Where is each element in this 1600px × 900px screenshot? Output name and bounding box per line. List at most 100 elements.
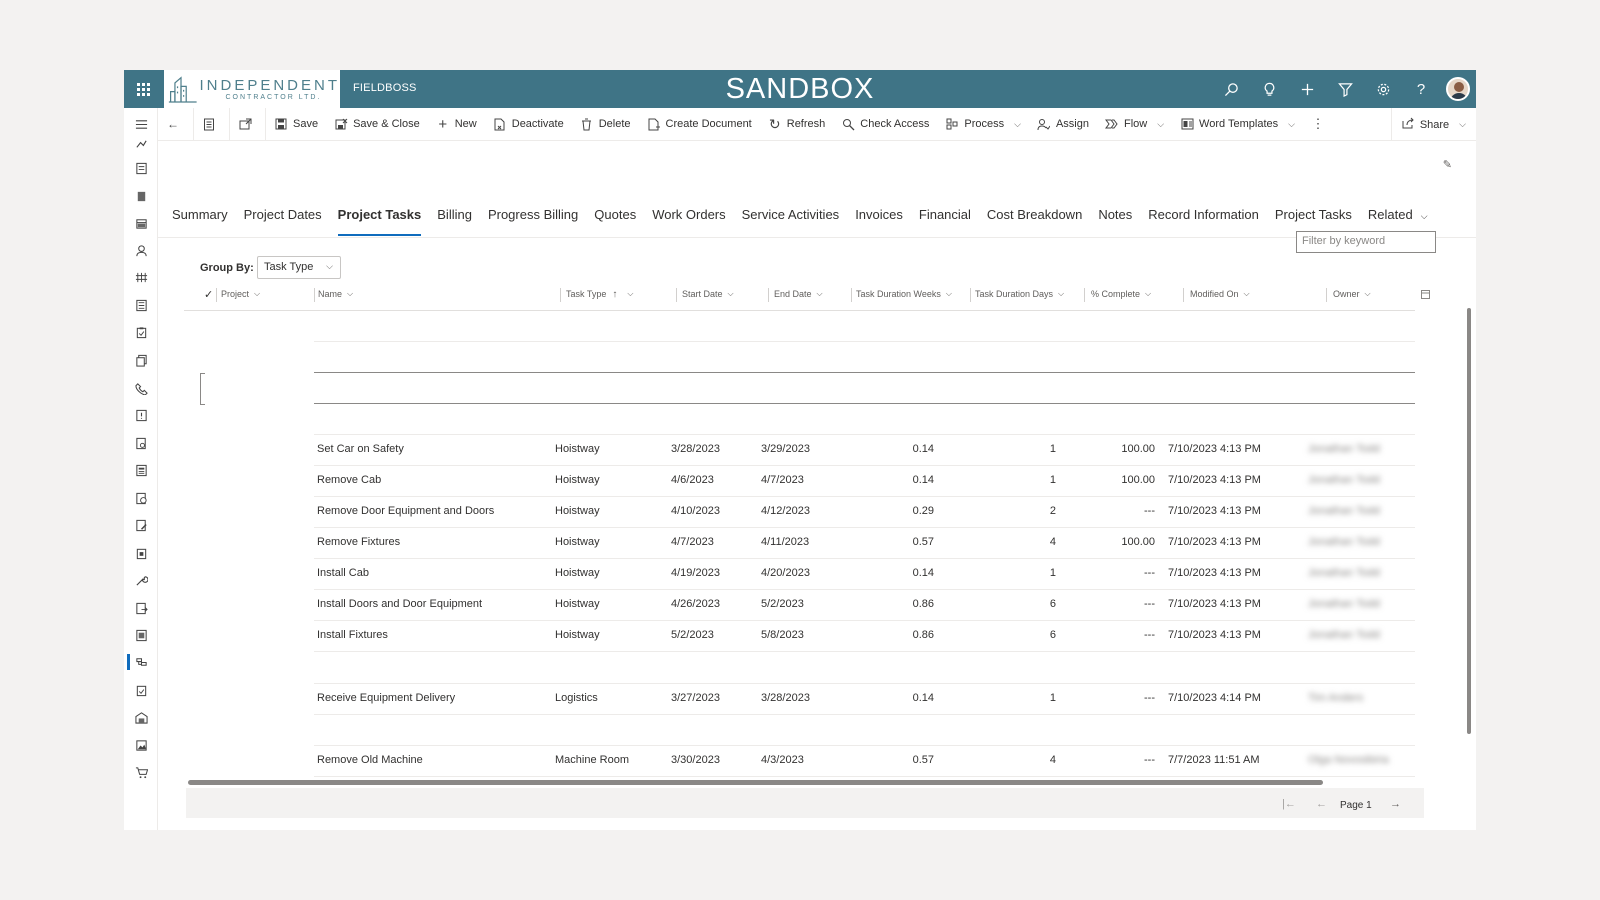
tab-work-orders[interactable]: Work Orders (644, 202, 733, 238)
cell-owner[interactable]: Jonathan Todd (1308, 505, 1380, 517)
cell-owner[interactable]: Jonathan Todd (1308, 567, 1380, 579)
nav-calendar-icon[interactable] (133, 215, 149, 231)
tab-progress-billing[interactable]: Progress Billing (480, 202, 586, 238)
column-header-end-date[interactable]: End Date ⌵ (774, 285, 823, 303)
column-header-percent-complete[interactable]: % Complete ⌵ (1091, 285, 1151, 303)
nav-contact-icon[interactable] (133, 242, 149, 258)
column-header-owner[interactable]: Owner ⌵ (1333, 285, 1371, 303)
column-header-task-type[interactable]: Task Type ↑ ⌵ (566, 285, 633, 303)
edit-pencil-icon[interactable]: ✎ (1443, 158, 1452, 171)
nav-phone-icon[interactable] (133, 380, 149, 396)
tab-cost-breakdown[interactable]: Cost Breakdown (979, 202, 1090, 238)
column-header-name[interactable]: Name ⌵ (318, 285, 353, 303)
cell-name[interactable]: Install Doors and Door Equipment (317, 598, 482, 610)
recent-icon[interactable] (133, 136, 149, 152)
lightbulb-icon[interactable] (1250, 70, 1288, 108)
help-icon[interactable]: ? (1402, 70, 1440, 108)
nav-document-icon[interactable] (133, 160, 149, 176)
save-close-button[interactable]: Save & Close (326, 108, 428, 141)
column-header-duration-days[interactable]: Task Duration Days ⌵ (975, 285, 1064, 303)
cell-owner[interactable]: Jonathan Todd (1308, 474, 1380, 486)
column-settings-icon[interactable] (1421, 285, 1430, 303)
table-row[interactable]: Install Fixtures Hoistway 5/2/2023 5/8/2023… (124, 620, 1476, 651)
vertical-scrollbar[interactable] (1467, 308, 1471, 734)
table-row[interactable]: Set Car on Safety Hoistway 3/28/2023 3/29/2… (124, 434, 1476, 465)
nav-pages-icon[interactable] (133, 352, 149, 368)
next-page-icon[interactable]: → (1390, 798, 1401, 810)
column-header-modified-on[interactable]: Modified On ⌵ (1190, 285, 1250, 303)
tab-service-activities[interactable]: Service Activities (734, 202, 848, 238)
more-commands-button[interactable]: ⋮ (1303, 108, 1338, 141)
cell-name[interactable]: Remove Door Equipment and Doors (317, 505, 494, 517)
previous-page-icon[interactable]: ← (1316, 798, 1327, 810)
nav-project-tasks-icon[interactable] (133, 654, 149, 670)
app-name[interactable]: FIELDBOSS (353, 82, 417, 94)
table-row[interactable]: Receive Equipment Delivery Logistics 3/27/… (124, 683, 1476, 714)
horizontal-scrollbar[interactable] (188, 780, 1323, 785)
flow-button[interactable]: Flow ⌵ (1097, 108, 1172, 141)
group-expander[interactable] (200, 373, 205, 405)
cell-name[interactable]: Receive Equipment Delivery (317, 692, 455, 704)
select-all-checkbox[interactable]: ✓ (204, 285, 213, 303)
column-header-project[interactable]: Project ⌵ (221, 285, 260, 303)
cell-name[interactable]: Remove Fixtures (317, 536, 400, 548)
word-templates-button[interactable]: Word Templates ⌵ (1172, 108, 1303, 141)
plus-icon[interactable] (1288, 70, 1326, 108)
cell-name[interactable]: Set Car on Safety (317, 443, 404, 455)
open-new-window-button[interactable] (230, 108, 265, 141)
cell-name[interactable]: Remove Old Machine (317, 754, 423, 766)
cell-owner[interactable]: Jonathan Todd (1308, 598, 1380, 610)
table-row[interactable]: Remove Door Equipment and Doors Hoistway 4… (124, 496, 1476, 527)
cell-name[interactable]: Remove Cab (317, 474, 381, 486)
table-row[interactable]: Remove Old Machine Machine Room 3/30/2023 4… (124, 745, 1476, 776)
save-button[interactable]: Save (266, 108, 326, 141)
tab-record-information[interactable]: Record Information (1140, 202, 1267, 238)
table-row[interactable]: Install Doors and Door Equipment Hoistway… (124, 589, 1476, 620)
column-header-start-date[interactable]: Start Date ⌵ (682, 285, 734, 303)
table-row[interactable]: Remove Cab Hoistway 4/6/2023 4/7/2023 0.14 1 1… (124, 465, 1476, 496)
tab-notes[interactable]: Notes (1090, 202, 1140, 238)
hamburger-menu-icon[interactable] (133, 116, 149, 132)
tab-quotes[interactable]: Quotes (586, 202, 644, 238)
avatar[interactable] (1446, 77, 1470, 101)
assign-button[interactable]: Assign (1029, 108, 1097, 141)
table-row[interactable]: Remove Fixtures Hoistway 4/7/2023 4/11/2023… (124, 527, 1476, 558)
create-document-button[interactable]: Create Document (639, 108, 760, 141)
cell-name[interactable]: Install Cab (317, 567, 369, 579)
tab-financial[interactable]: Financial (911, 202, 979, 238)
new-button[interactable]: + New (428, 108, 485, 141)
share-button[interactable]: Share ⌵ (1390, 108, 1466, 141)
nav-alert-doc-icon[interactable] (133, 407, 149, 423)
deactivate-button[interactable]: Deactivate (485, 108, 572, 141)
tab-project-dates[interactable]: Project Dates (236, 202, 330, 238)
cell-name[interactable]: Install Fixtures (317, 629, 388, 641)
cell-owner[interactable]: Tim Anders (1308, 692, 1363, 704)
tab-project-tasks[interactable]: Project Tasks (330, 202, 430, 238)
back-button[interactable]: ← (158, 108, 193, 141)
gear-icon[interactable] (1364, 70, 1402, 108)
column-header-duration-weeks[interactable]: Task Duration Weeks ⌵ (856, 285, 952, 303)
cell-owner[interactable]: Jonathan Todd (1308, 443, 1380, 455)
first-page-icon[interactable]: |← (1282, 798, 1296, 810)
nav-list-icon[interactable] (133, 297, 149, 313)
cell-owner[interactable]: Jonathan Todd (1308, 536, 1380, 548)
group-by-select[interactable]: Task Type ⌵ (257, 256, 341, 279)
cell-owner[interactable]: Olga Novosibiria (1308, 754, 1389, 766)
search-icon[interactable] (1212, 70, 1250, 108)
cell-owner[interactable]: Jonathan Todd (1308, 629, 1380, 641)
refresh-button[interactable]: ↻ Refresh (760, 108, 834, 141)
app-launcher-icon[interactable] (124, 70, 162, 108)
process-button[interactable]: Process ⌵ (937, 108, 1029, 141)
check-access-button[interactable]: Check Access (833, 108, 937, 141)
form-view-button[interactable] (194, 108, 229, 141)
tab-invoices[interactable]: Invoices (847, 202, 911, 238)
tab-summary[interactable]: Summary (158, 202, 236, 238)
nav-hierarchy-icon[interactable] (133, 269, 149, 285)
nav-building-icon[interactable] (133, 188, 149, 204)
delete-button[interactable]: Delete (572, 108, 639, 141)
table-row[interactable]: Install Cab Hoistway 4/19/2023 4/20/2023 0.1… (124, 558, 1476, 589)
tab-billing[interactable]: Billing (429, 202, 480, 238)
filter-keyword-input[interactable]: Filter by keyword (1296, 231, 1436, 253)
filter-icon[interactable] (1326, 70, 1364, 108)
nav-clipboard-icon[interactable] (133, 324, 149, 340)
